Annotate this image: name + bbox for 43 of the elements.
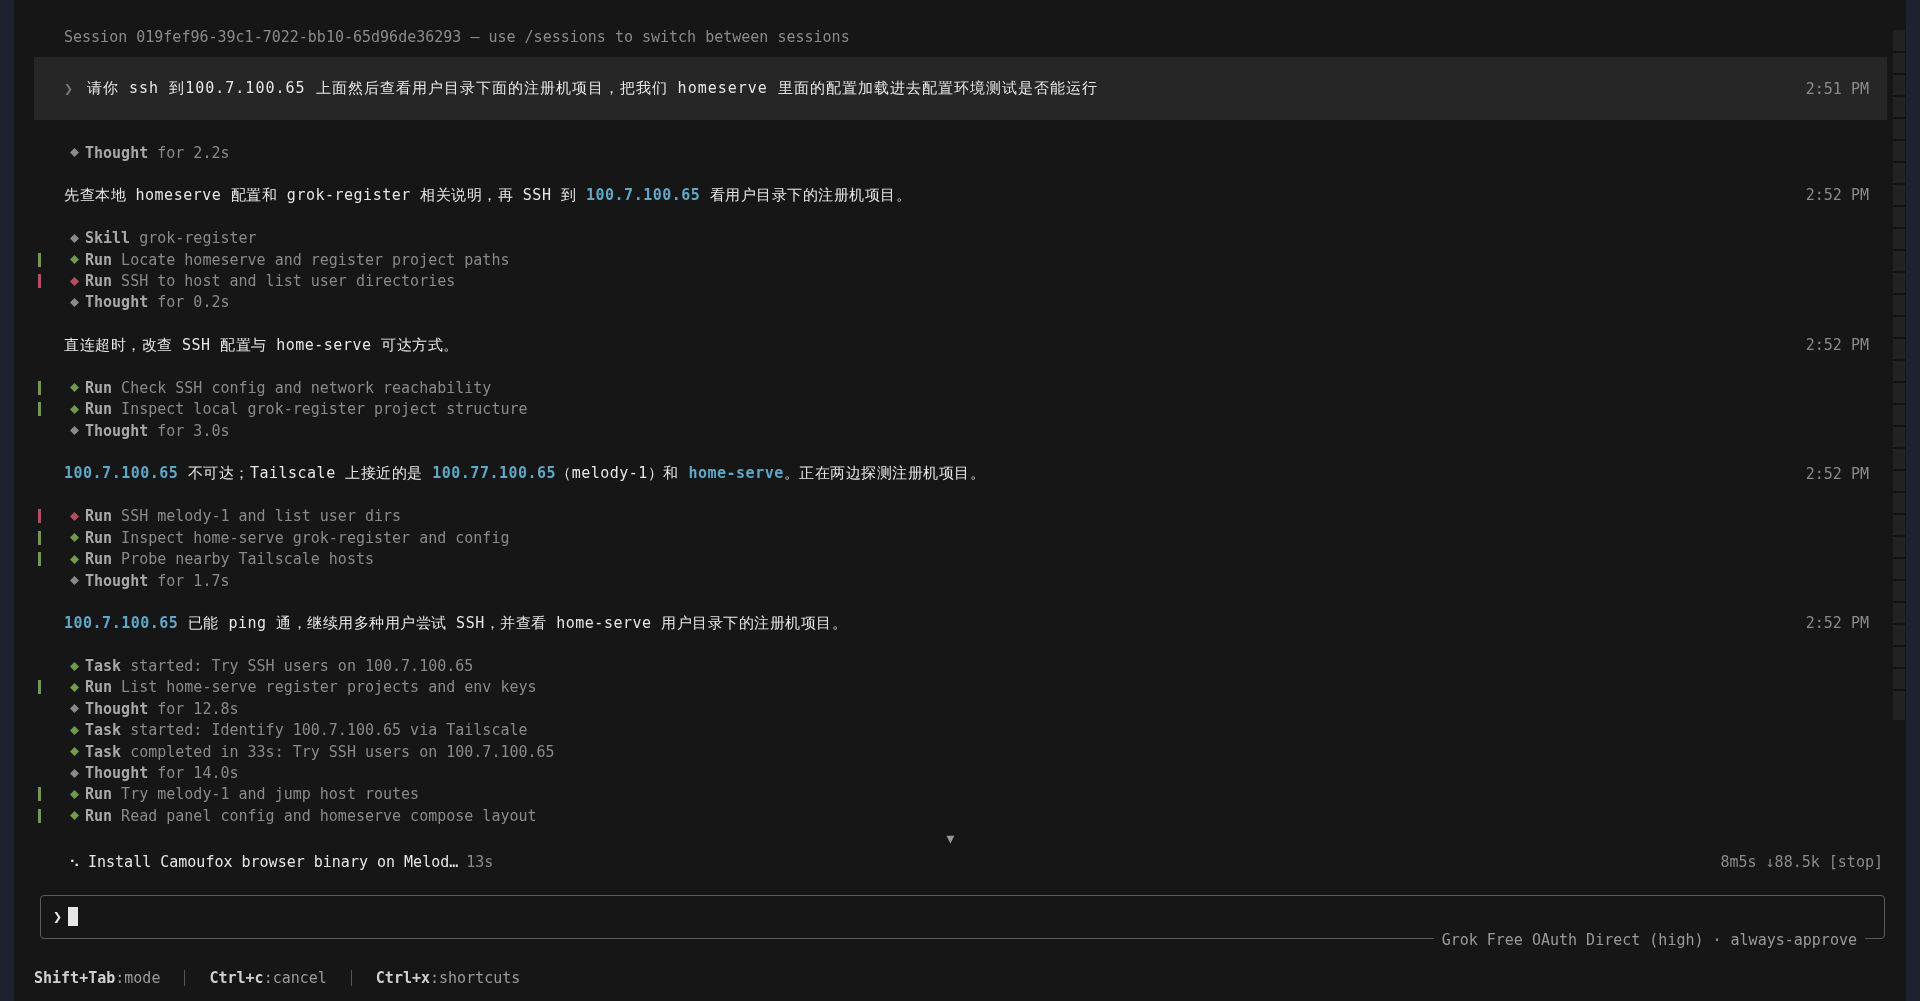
step-text: Task started: Try SSH users on 100.7.100.65 [85, 657, 474, 676]
step-text: Task started: Identify 100.7.100.65 via Tailscale [85, 721, 528, 740]
shortcut-hint: Ctrl+c:cancel [209, 968, 327, 987]
session-stats: 8m5s ↓88.5k [stop] [1720, 852, 1884, 871]
shortcut-hint: Shift+Tab:mode [34, 968, 161, 987]
step-text: Task completed in 33s: Try SSH users on 100.7.100.65 [85, 742, 555, 761]
elapsed-time: 13s [466, 852, 495, 871]
prompt-icon: ❯ [53, 907, 63, 926]
step-text: Run Probe nearby Tailscale hosts [85, 550, 374, 569]
assistant-message: 直连超时，改查 SSH 配置与 home-serve 可达方式。 [64, 335, 460, 355]
timestamp: 2:52 PM [1805, 614, 1869, 633]
text-cursor [68, 907, 79, 926]
step-text: Run List home-serve register projects and env keys [85, 678, 537, 697]
task-status: Install Camoufox browser binary on Melod… [88, 852, 459, 871]
step-text: Run Read panel config and homeserve compose layout [85, 806, 537, 825]
step-text: Thought for 1.7s [85, 571, 230, 590]
scrollbar[interactable] [1893, 30, 1905, 720]
assistant-message: 100.7.100.65 已能 ping 通，继续用多种用户尝试 SSH，并查看 home-serve 用户目录下的注册机项目。 [64, 613, 849, 633]
step-text: Thought for 3.0s [85, 421, 230, 440]
step-text: Thought for 0.2s [85, 293, 230, 312]
step-text: Run Inspect home-serve grok-register and config [85, 528, 510, 547]
assistant-message: 先查本地 homeserve 配置和 grok-register 相关说明，再 SSH 到 100.7.100.65 看用户目录下的注册机项目。 [64, 185, 913, 205]
assistant-message: 100.7.100.65 不可达；Tailscale 上接近的是 100.77.100.65（melody-1）和 home-serve。正在两边探测注册机项目。 [64, 464, 987, 484]
spinner-icon: ⠢ [69, 852, 80, 871]
user-message-text: 请你 ssh 到100.7.100.65 上面然后查看用户目录下面的注册机项目，把我们 homeserve 里面的配置加载进去配置环境测试是否能运行 [87, 79, 1099, 98]
chevron-icon: ❯ [64, 79, 74, 98]
session-info: Session 019fef96-39c1-7022-bb10-65d96de36293 — use /sessions to switch between sessions [63, 27, 851, 48]
timestamp: 2:52 PM [1805, 336, 1869, 355]
timestamp: 2:52 PM [1805, 186, 1869, 205]
step-text: Thought for 12.8s [85, 699, 239, 718]
scroll-down-icon[interactable]: ▼ [946, 830, 955, 851]
shortcut-hint: Ctrl+x:shortcuts [375, 968, 521, 987]
step-text: Run Inspect local grok-register project structure [85, 400, 528, 419]
step-text: Thought for 2.2s [85, 143, 230, 162]
timestamp: 2:51 PM [1805, 79, 1869, 98]
step-text: Run Try melody-1 and jump host routes [85, 785, 420, 804]
step-text: Run SSH melody-1 and list user dirs [85, 507, 402, 526]
step-text: Run SSH to host and list user directories [85, 272, 456, 291]
step-text: Run Locate homeserve and register project paths [85, 250, 510, 269]
step-text: Thought for 14.0s [85, 764, 239, 782]
step-text: Skill grok-register [85, 229, 257, 248]
timestamp: 2:52 PM [1805, 464, 1869, 483]
step-text: Run Check SSH config and network reachability [85, 379, 492, 397]
